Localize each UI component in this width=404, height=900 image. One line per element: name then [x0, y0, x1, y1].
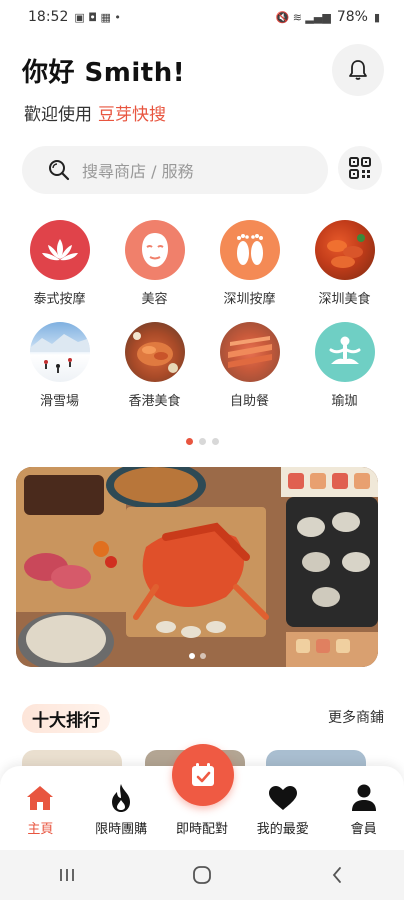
category-page-indicator: [0, 438, 404, 445]
bell-icon: [349, 60, 367, 80]
qr-code-icon: [349, 157, 371, 179]
category-label: 自助餐: [229, 394, 269, 409]
banner-page-indicator: [16, 653, 378, 659]
category-label: 美容: [141, 292, 168, 307]
battery-icon: ▮: [373, 10, 380, 24]
ranking-title: 十大排行: [22, 704, 110, 733]
greeting-title: 你好 Smith!: [22, 58, 186, 88]
qr-scan-button[interactable]: [338, 146, 382, 190]
nav-label: 會員: [350, 822, 377, 837]
category-beauty[interactable]: 美容: [107, 220, 202, 307]
page-dot[interactable]: [211, 438, 219, 445]
category-shenzhen-massage[interactable]: 深圳按摩: [202, 220, 297, 307]
signal-icons: 🔇 ≋ ▂▄▆: [275, 10, 331, 24]
search-placeholder: 搜尋商店 / 服務: [82, 162, 194, 181]
banner-food-image: [16, 467, 378, 667]
ski-photo: [29, 322, 90, 382]
fire-icon: [112, 784, 131, 812]
nav-label: 限時團購: [95, 822, 148, 837]
banner-dot[interactable]: [199, 653, 206, 659]
nav-label: 即時配對: [175, 822, 228, 837]
recent-apps-button[interactable]: [47, 860, 87, 890]
user-icon: [351, 784, 376, 811]
back-chevron-icon: [332, 867, 341, 883]
more-shops-link[interactable]: 更多商鋪: [328, 707, 384, 727]
welcome-text: 歡迎使用 豆芽快搜: [24, 100, 166, 125]
category-label: 泰式按摩: [33, 292, 86, 307]
instant-booking-fab[interactable]: [172, 744, 234, 806]
category-yoga[interactable]: 瑜珈: [297, 322, 392, 409]
nav-label: 我的最愛: [256, 822, 309, 837]
nav-label: 主頁: [27, 822, 54, 837]
status-bar: 18:52 ▣ ◘ ▦ • 🔇 ≋ ▂▄▆ 78% ▮: [0, 0, 404, 34]
category-grid: 泰式按摩 美容 深圳按摩 深圳美食 滑雪場 香港美食 自助餐 瑜珈: [12, 220, 392, 409]
back-button[interactable]: [317, 860, 357, 890]
feet-icon: [219, 220, 280, 280]
notification-button[interactable]: [332, 44, 384, 96]
hk-food-photo: [124, 322, 185, 382]
category-hk-food[interactable]: 香港美食: [107, 322, 202, 409]
battery-level: 78%: [336, 9, 368, 25]
nav-deals[interactable]: 限時團購: [81, 782, 161, 850]
crayfish-photo: [314, 220, 375, 280]
lotus-icon: [29, 220, 90, 280]
welcome-prefix: 歡迎使用: [24, 105, 92, 125]
notification-icons: ▣ ◘ ▦ •: [74, 10, 121, 24]
category-label: 瑜珈: [331, 394, 358, 409]
search-icon: [49, 160, 70, 181]
category-label: 深圳按摩: [223, 292, 276, 307]
yoga-icon: [314, 322, 375, 382]
category-ski-resort[interactable]: 滑雪場: [12, 322, 107, 409]
category-label: 香港美食: [128, 394, 181, 409]
category-label: 深圳美食: [318, 292, 371, 307]
heart-icon: [268, 786, 297, 810]
category-buffet[interactable]: 自助餐: [202, 322, 297, 409]
brand-name: 豆芽快搜: [98, 105, 166, 125]
promo-banner[interactable]: [16, 467, 378, 667]
nav-member[interactable]: 會員: [324, 782, 404, 850]
category-label: 滑雪場: [39, 394, 79, 409]
home-icon: [27, 786, 54, 810]
nav-favorites[interactable]: 我的最愛: [243, 782, 323, 850]
face-mask-icon: [124, 220, 185, 280]
search-input[interactable]: 搜尋商店 / 服務: [22, 146, 328, 194]
category-thai-massage[interactable]: 泰式按摩: [12, 220, 107, 307]
home-system-button[interactable]: [182, 860, 222, 890]
page-dot-active[interactable]: [185, 438, 193, 445]
calendar-check-icon: [192, 763, 214, 786]
home-circle-icon: [193, 866, 211, 884]
page-dot[interactable]: [198, 438, 206, 445]
nav-home[interactable]: 主頁: [0, 782, 80, 850]
system-navigation-bar: [0, 850, 404, 900]
recent-apps-icon: [60, 869, 75, 881]
banner-dot-active[interactable]: [188, 653, 195, 659]
buffet-photo: [219, 322, 280, 382]
status-time: 18:52: [28, 9, 69, 25]
category-shenzhen-food[interactable]: 深圳美食: [297, 220, 392, 307]
